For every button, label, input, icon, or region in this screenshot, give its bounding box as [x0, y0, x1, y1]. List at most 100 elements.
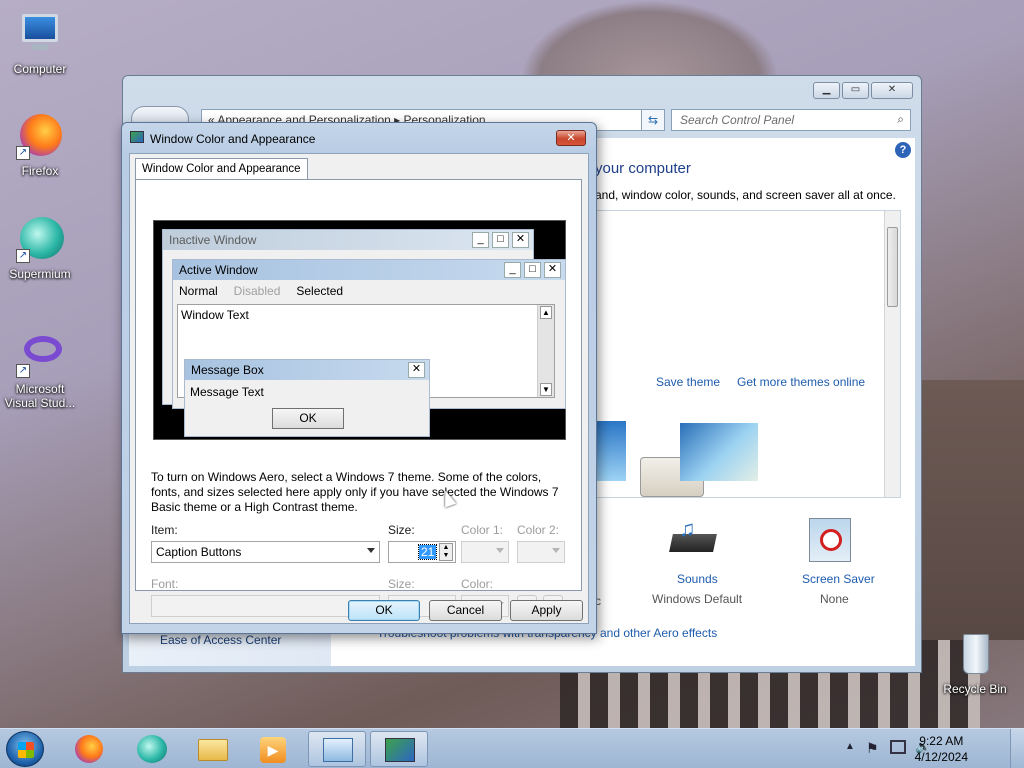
desktop-icon-recycle-bin[interactable]: Recycle Bin	[935, 630, 1015, 696]
network-icon[interactable]	[890, 740, 906, 754]
preview-menu-normal[interactable]: Normal	[179, 284, 218, 298]
chevron-down-icon	[367, 548, 375, 553]
apply-button[interactable]: Apply	[510, 600, 583, 621]
computer-icon	[16, 10, 64, 58]
taskbar-media-player[interactable]: ▶	[244, 731, 302, 767]
preview-inactive-titlebar[interactable]: Inactive Window _ □ ✕	[163, 230, 533, 250]
taskbar-control-panel[interactable]	[308, 731, 366, 767]
item-select-value: Caption Buttons	[156, 545, 242, 559]
desktop-icon-supermium[interactable]: ↗ Supermium	[0, 215, 80, 281]
ok-button[interactable]: OK	[348, 600, 420, 621]
preview-menu-disabled[interactable]: Disabled	[234, 284, 281, 298]
sounds-icon[interactable]: ♫	[669, 516, 717, 562]
preview-active-title: Active Window	[179, 263, 258, 277]
sounds-link[interactable]: Sounds	[677, 572, 718, 586]
chevron-down-icon	[496, 548, 504, 553]
tab-window-color-appearance[interactable]: Window Color and Appearance	[135, 158, 308, 180]
refresh-button[interactable]: ⇆	[641, 109, 665, 131]
cancel-button[interactable]: Cancel	[429, 600, 502, 621]
dialog-title: Window Color and Appearance	[150, 132, 316, 146]
chevron-down-icon	[552, 548, 560, 553]
minimize-icon: _	[472, 232, 489, 248]
font-label: Font:	[151, 577, 179, 591]
windows-logo-icon	[18, 742, 34, 758]
taskbar-explorer[interactable]	[184, 731, 242, 767]
start-button[interactable]	[6, 731, 44, 767]
preview-inactive-title: Inactive Window	[169, 233, 257, 247]
dialog-close-button[interactable]: ✕	[556, 130, 586, 146]
appearance-preview[interactable]: Inactive Window _ □ ✕ Active Window _ □ …	[153, 220, 566, 440]
preview-active-titlebar[interactable]: Active Window _ □ ✕	[173, 260, 565, 280]
maximize-icon: □	[492, 232, 509, 248]
preview-message-box-caption-buttons: ✕	[408, 362, 425, 378]
aero-info-text: To turn on Windows Aero, select a Window…	[151, 470, 559, 514]
color1-picker[interactable]	[461, 541, 509, 563]
preview-message-box-titlebar[interactable]: Message Box ✕	[185, 360, 429, 380]
desktop-icon-label: Microsoft Visual Stud...	[4, 382, 76, 410]
size-value[interactable]: 21	[417, 544, 438, 560]
window-color-appearance-dialog[interactable]: Window Color and Appearance ✕ Window Col…	[121, 122, 597, 634]
sidebar-link-ease-of-access[interactable]: Ease of Access Center	[160, 633, 281, 647]
window-color-icon	[385, 738, 415, 762]
desktop-icon-visual-studio[interactable]: ↗ Microsoft Visual Stud...	[0, 330, 80, 410]
taskbar-firefox[interactable]	[60, 731, 118, 767]
size-label: Size:	[388, 523, 415, 537]
desktop-icon-label: Recycle Bin	[943, 682, 1007, 696]
help-icon[interactable]: ?	[895, 142, 911, 158]
show-desktop-button[interactable]	[1010, 729, 1024, 768]
scrollbar[interactable]	[884, 211, 900, 497]
minimize-icon: _	[504, 262, 521, 278]
desktop-icon-computer[interactable]: Computer	[0, 10, 80, 76]
taskbar-window-color[interactable]	[370, 731, 428, 767]
item-select[interactable]: Caption Buttons	[151, 541, 380, 563]
screen-saver-link[interactable]: Screen Saver	[802, 572, 875, 586]
preview-inactive-caption-buttons: _ □ ✕	[472, 232, 529, 248]
taskbar-supermium[interactable]	[122, 731, 180, 767]
themes-list[interactable]: Save theme Get more themes online	[595, 210, 901, 498]
theme-thumbnail[interactable]	[680, 423, 758, 481]
search-input[interactable]: Search Control Panel ⌕	[671, 109, 911, 131]
firefox-icon: ↗	[16, 112, 64, 160]
search-placeholder: Search Control Panel	[680, 113, 795, 127]
preview-menu-selected[interactable]: Selected	[296, 284, 343, 298]
close-icon: ✕	[512, 232, 529, 248]
dialog-body: Window Color and Appearance Inactive Win…	[129, 153, 589, 624]
spin-buttons[interactable]: ▲ ▼	[439, 543, 453, 561]
page-heading: your computer	[595, 160, 691, 177]
system-clock[interactable]: 9:22 AM 4/12/2024	[915, 733, 968, 765]
screen-saver-value: None	[820, 592, 849, 606]
desktop-icon-label: Supermium	[9, 267, 71, 281]
window-caption-buttons: ▁ ▭ ✕	[813, 82, 913, 99]
show-hidden-icons[interactable]: ▲	[845, 741, 855, 752]
search-icon[interactable]: ⌕	[897, 112, 904, 127]
tab-panel: Inactive Window _ □ ✕ Active Window _ □ …	[135, 179, 582, 617]
visual-studio-icon: ↗	[16, 330, 64, 378]
preview-scrollbar[interactable]: ▲ ▼	[537, 305, 554, 397]
close-button[interactable]: ✕	[871, 82, 913, 99]
color2-label: Color 2:	[517, 523, 560, 537]
preview-ok-button[interactable]: OK	[272, 408, 344, 429]
supermium-icon	[137, 735, 167, 763]
preview-window-text: Window Text	[181, 308, 249, 322]
preview-menu-bar: Normal Disabled Selected	[173, 280, 565, 302]
color2-picker[interactable]	[517, 541, 565, 563]
maximize-icon: □	[524, 262, 541, 278]
font-select[interactable]	[151, 595, 380, 617]
media-player-icon: ▶	[260, 737, 286, 763]
action-center-flag-icon[interactable]: ⚑	[866, 740, 879, 757]
preview-message-text: Message Text	[190, 385, 264, 399]
shortcut-arrow-icon: ↗	[16, 146, 30, 160]
clock-date: 4/12/2024	[914, 750, 968, 764]
desktop-icon-firefox[interactable]: ↗ Firefox	[0, 112, 80, 178]
preview-message-box[interactable]: Message Box ✕ Message Text OK	[184, 359, 430, 437]
scroll-down-icon[interactable]: ▼	[540, 383, 552, 396]
shortcut-arrow-icon: ↗	[16, 249, 30, 263]
screen-saver-icon[interactable]	[809, 518, 851, 562]
get-more-themes-link[interactable]: Get more themes online	[737, 375, 865, 389]
maximize-button[interactable]: ▭	[842, 82, 869, 99]
scroll-up-icon[interactable]: ▲	[540, 306, 552, 319]
minimize-button[interactable]: ▁	[813, 82, 840, 99]
size-stepper[interactable]: 21 ▲ ▼	[388, 541, 456, 563]
save-theme-link[interactable]: Save theme	[656, 375, 720, 389]
theme-thumbnail[interactable]	[596, 421, 626, 481]
